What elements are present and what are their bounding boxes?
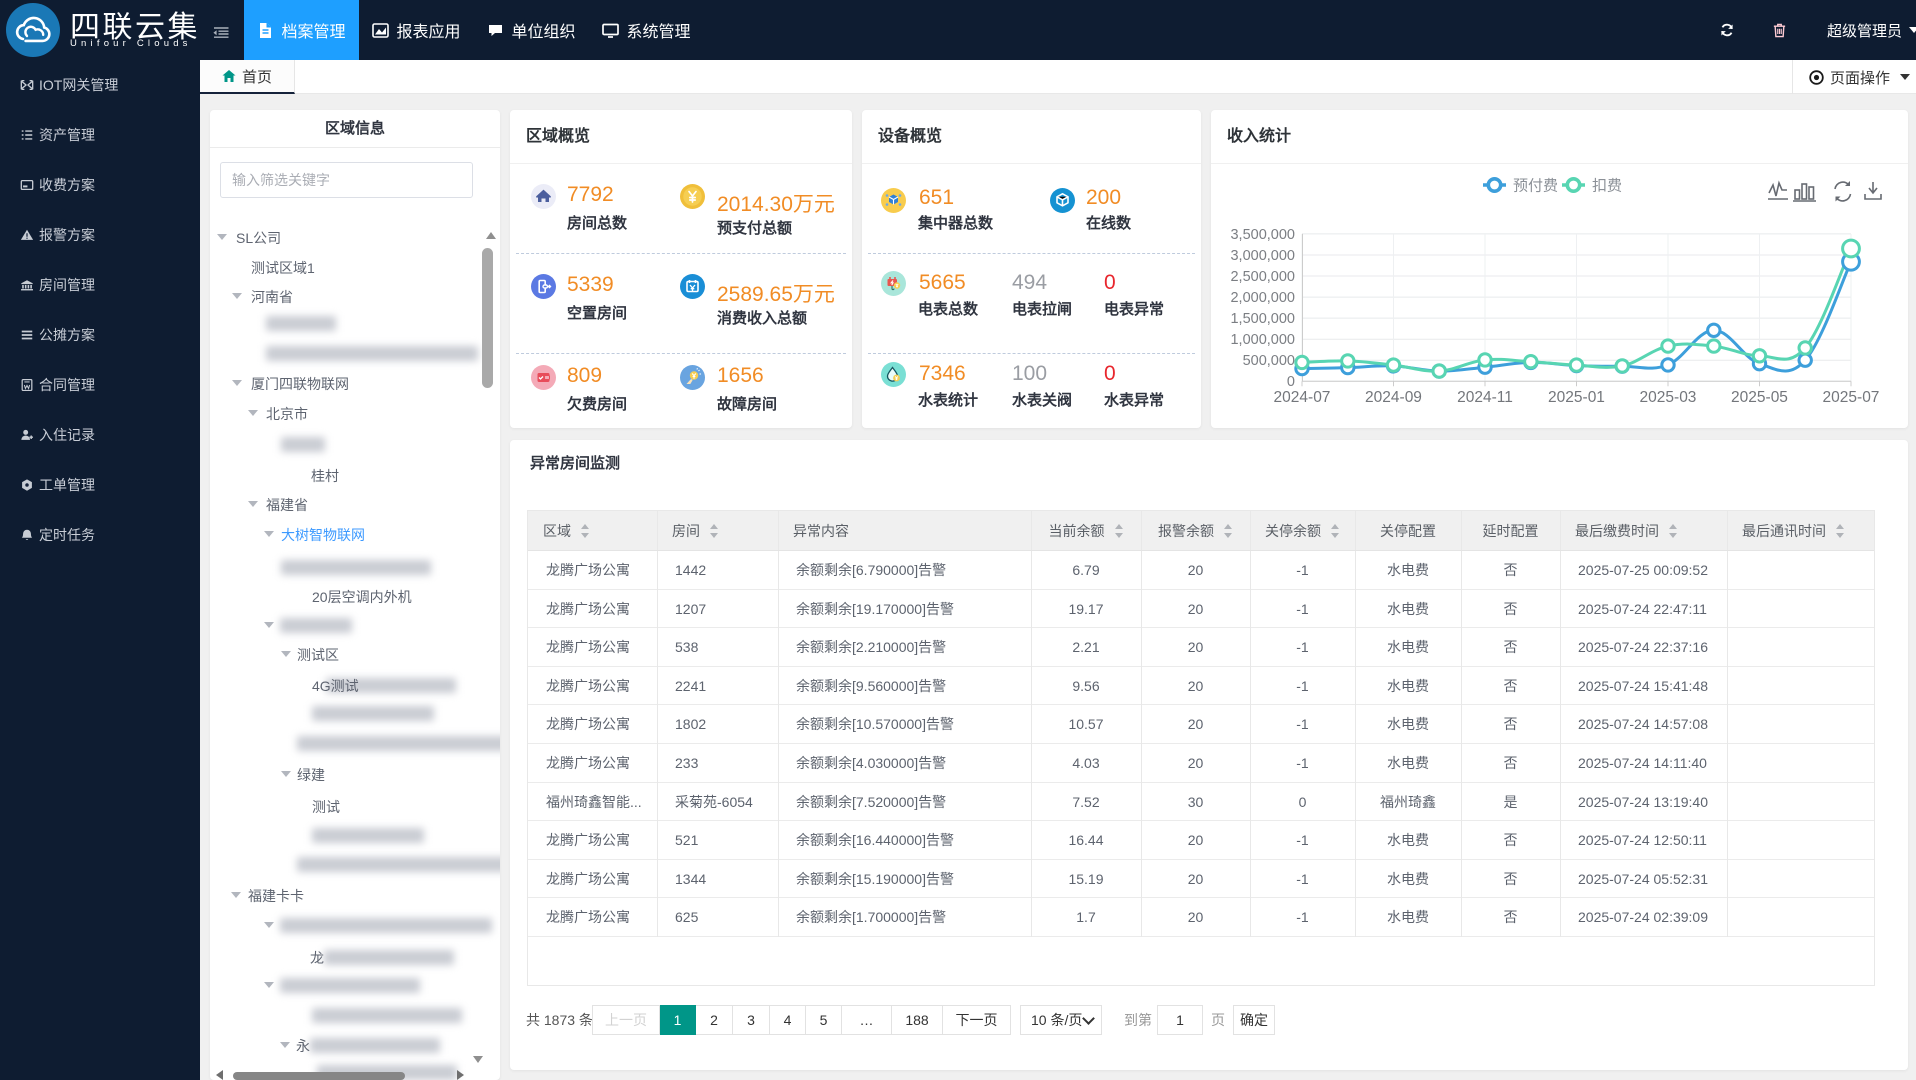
svg-text:2025-07: 2025-07 [1823,389,1880,406]
svg-text:0: 0 [1287,374,1295,390]
svg-text:2025-05: 2025-05 [1731,389,1788,406]
svg-text:1,500,000: 1,500,000 [1230,311,1295,327]
svg-text:2,000,000: 2,000,000 [1230,290,1295,306]
svg-text:2024-07: 2024-07 [1274,389,1331,406]
svg-text:扣费: 扣费 [1592,178,1622,195]
svg-text:3,000,000: 3,000,000 [1230,248,1295,264]
svg-text:2025-03: 2025-03 [1640,389,1697,406]
svg-text:500,000: 500,000 [1243,353,1295,369]
svg-text:1,000,000: 1,000,000 [1230,332,1295,348]
svg-text:2,500,000: 2,500,000 [1230,269,1295,285]
svg-text:2025-01: 2025-01 [1548,389,1605,406]
svg-text:3,500,000: 3,500,000 [1230,227,1295,243]
svg-text:2024-09: 2024-09 [1365,389,1422,406]
svg-text:预付费: 预付费 [1513,178,1558,195]
svg-text:2024-11: 2024-11 [1457,389,1513,406]
